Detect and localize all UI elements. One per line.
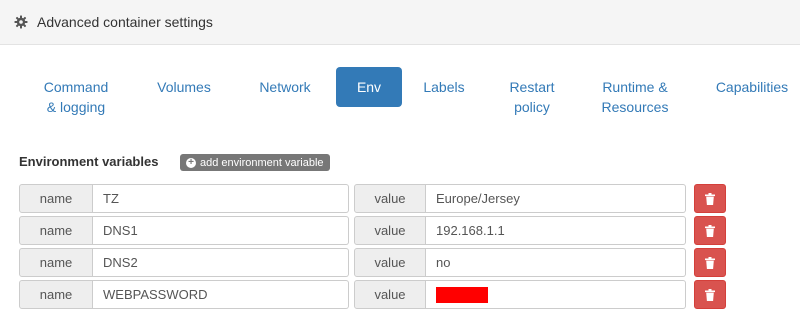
redacted-value	[436, 286, 488, 303]
env-row: name DNS2 value no	[19, 248, 729, 277]
env-section-label: Environment variables	[19, 154, 159, 169]
tab-label: Labels	[423, 79, 465, 95]
add-button-label: add environment variable	[200, 156, 324, 169]
delete-button[interactable]	[694, 216, 726, 245]
tab-label: Capabilities	[715, 79, 789, 95]
env-row: name WEBPASSWORD value	[19, 280, 729, 309]
env-value-group: value 192.168.1.1	[354, 216, 686, 245]
trash-icon	[705, 224, 715, 237]
tab-command-logging[interactable]: Command & logging	[32, 66, 120, 118]
env-value-input[interactable]	[426, 280, 686, 309]
name-addon: name	[19, 248, 93, 277]
env-value-input[interactable]: Europe/Jersey	[426, 184, 686, 213]
name-addon: name	[19, 216, 93, 245]
env-row: name TZ value Europe/Jersey	[19, 184, 729, 213]
trash-icon	[705, 256, 715, 269]
tab-labels[interactable]: Labels	[414, 66, 474, 118]
tab-runtime-resources[interactable]: Runtime & Resources	[590, 66, 680, 118]
env-name-group: name WEBPASSWORD	[19, 280, 349, 309]
env-row: name DNS1 value 192.168.1.1	[19, 216, 729, 245]
env-value-group: value no	[354, 248, 686, 277]
tab-restart-policy[interactable]: Restart policy	[498, 66, 566, 118]
env-name-input[interactable]: DNS2	[93, 248, 349, 277]
tab-volumes[interactable]: Volumes	[146, 66, 222, 118]
name-addon: name	[19, 280, 93, 309]
delete-button[interactable]	[694, 184, 726, 213]
env-name-group: name DNS1	[19, 216, 349, 245]
tab-env[interactable]: Env	[336, 67, 402, 107]
tab-label-line1: Restart	[509, 79, 555, 95]
tab-network[interactable]: Network	[248, 66, 322, 118]
env-value-group: value	[354, 280, 686, 309]
panel-header: Advanced container settings	[0, 0, 800, 45]
tab-label-line1: Runtime &	[602, 79, 668, 95]
env-name-input[interactable]: TZ	[93, 184, 349, 213]
add-environment-variable-button[interactable]: + add environment variable	[180, 154, 330, 171]
env-name-input[interactable]: DNS1	[93, 216, 349, 245]
tab-label: Volumes	[157, 79, 211, 95]
delete-button[interactable]	[694, 248, 726, 277]
gear-icon	[14, 15, 28, 29]
value-addon: value	[354, 280, 426, 309]
trash-icon	[705, 288, 715, 301]
env-value-input[interactable]: no	[426, 248, 686, 277]
tab-capabilities[interactable]: Capabilities	[704, 66, 800, 118]
value-addon: value	[354, 184, 426, 213]
value-addon: value	[354, 216, 426, 245]
tab-label: Env	[356, 79, 382, 95]
tab-label-line2: policy	[514, 99, 550, 115]
value-addon: value	[354, 248, 426, 277]
env-value-group: value Europe/Jersey	[354, 184, 686, 213]
name-addon: name	[19, 184, 93, 213]
panel-title: Advanced container settings	[37, 14, 213, 30]
trash-icon	[705, 192, 715, 205]
tab-label-line2: & logging	[46, 99, 106, 115]
tab-label-line1: Command	[43, 79, 109, 95]
tab-label: Network	[259, 79, 311, 95]
env-name-group: name DNS2	[19, 248, 349, 277]
env-value-input[interactable]: 192.168.1.1	[426, 216, 686, 245]
plus-circle-icon: +	[186, 157, 196, 168]
tab-label-line2: Resources	[601, 99, 669, 115]
delete-button[interactable]	[694, 280, 726, 309]
env-name-input[interactable]: WEBPASSWORD	[93, 280, 349, 309]
env-name-group: name TZ	[19, 184, 349, 213]
tab-bar: Command & logging Volumes Network Env Lab…	[0, 66, 800, 118]
